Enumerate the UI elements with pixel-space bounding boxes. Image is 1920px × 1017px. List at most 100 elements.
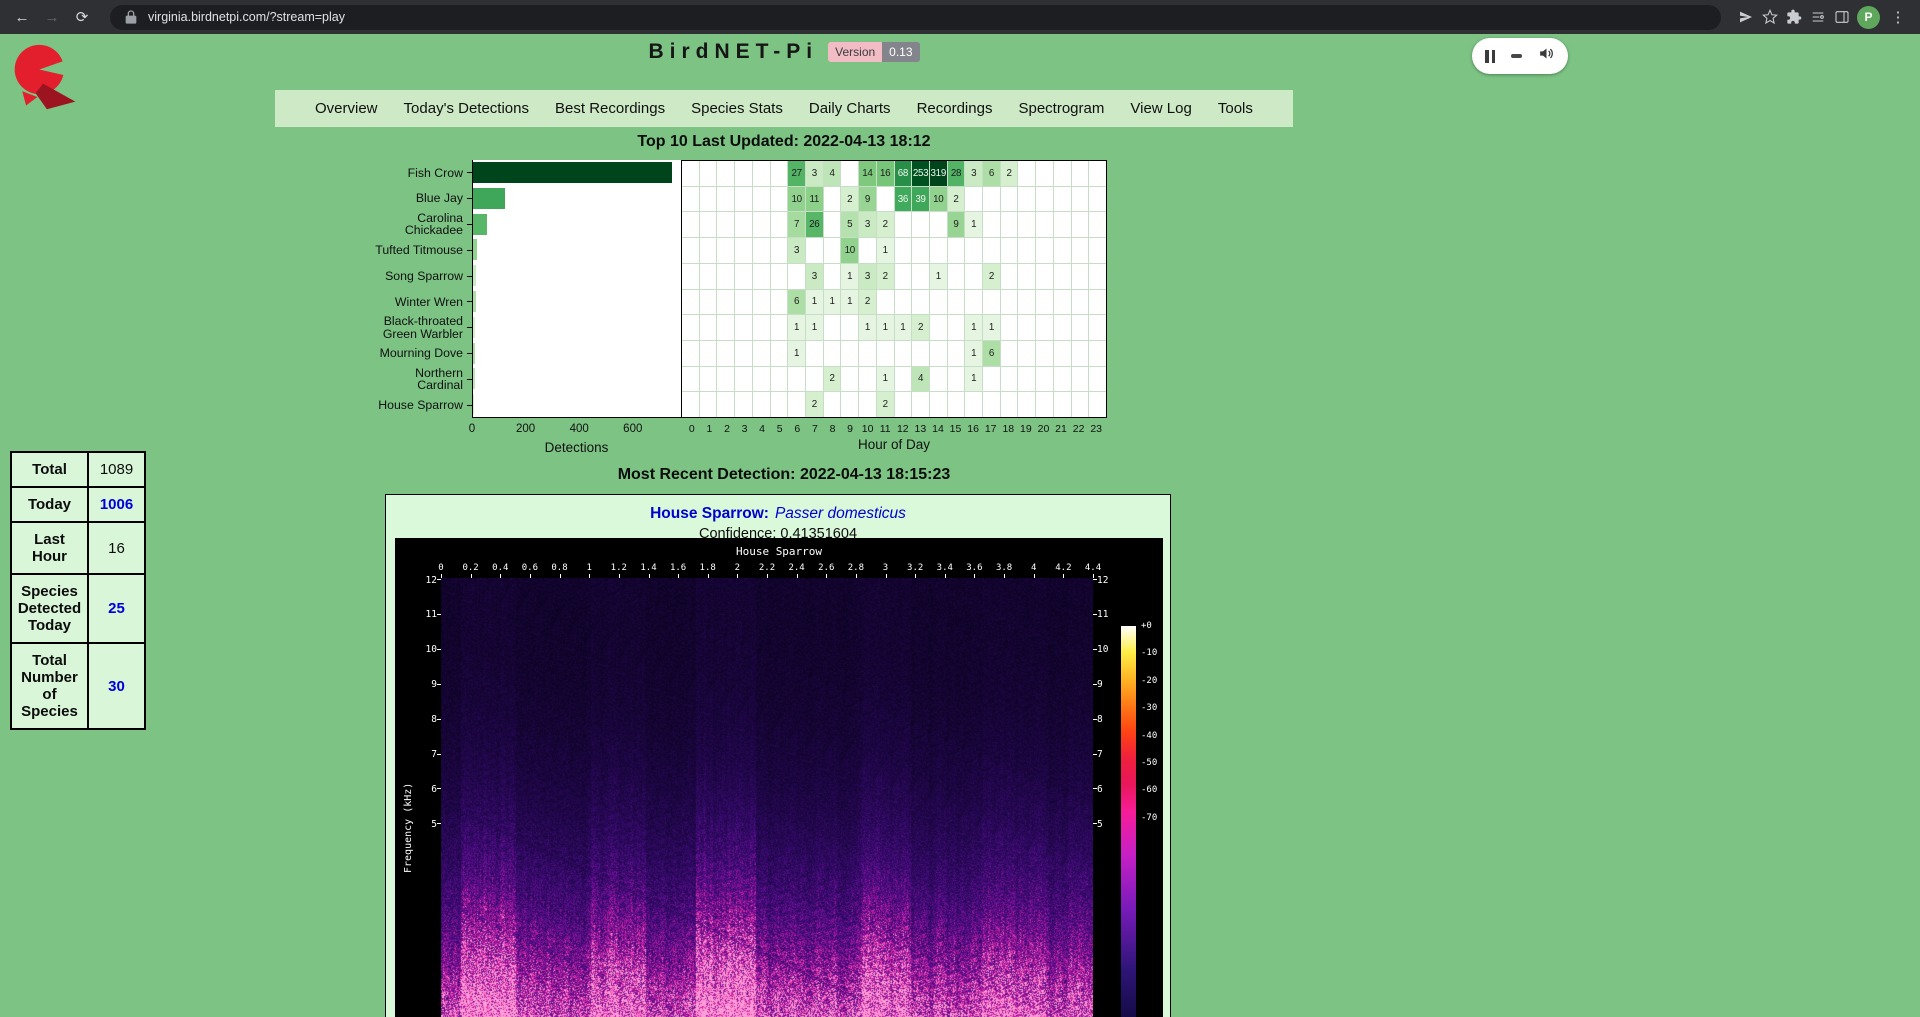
tick-mark bbox=[437, 719, 441, 720]
extensions-icon[interactable] bbox=[1785, 8, 1803, 26]
nav-item-view-log[interactable]: View Log bbox=[1130, 100, 1191, 117]
forward-button[interactable]: → bbox=[40, 5, 64, 29]
stats-value-today[interactable]: 1006 bbox=[88, 487, 145, 522]
hour-axis-tick: 13 bbox=[915, 423, 927, 435]
heat-cell: 7 bbox=[788, 212, 805, 237]
hour-axis-tick: 19 bbox=[1020, 423, 1032, 435]
version-value: 0.13 bbox=[882, 42, 919, 62]
heat-cell bbox=[717, 315, 734, 340]
heat-cell bbox=[841, 341, 858, 366]
heat-cell: 9 bbox=[859, 187, 876, 212]
heat-cell bbox=[1001, 264, 1018, 289]
bar-axis-label: Detections bbox=[472, 440, 681, 455]
tick-mark bbox=[1093, 579, 1097, 580]
spectrogram: House Sparrow Frequency (kHz) 00.20.40.6… bbox=[395, 538, 1163, 1017]
tick-mark bbox=[437, 684, 441, 685]
heat-cell bbox=[1054, 290, 1071, 315]
bar-northern-cardinal bbox=[473, 368, 475, 389]
tick-mark bbox=[708, 574, 709, 578]
pinned-extension-icon[interactable] bbox=[1809, 8, 1827, 26]
heat-cell bbox=[930, 367, 947, 392]
heat-cell: 2 bbox=[1001, 161, 1018, 186]
heat-cell bbox=[753, 212, 770, 237]
hour-axis-tick: 9 bbox=[847, 423, 853, 435]
heat-axis-label: Hour of Day bbox=[681, 437, 1107, 452]
send-icon[interactable] bbox=[1737, 8, 1755, 26]
heat-cell bbox=[1089, 392, 1106, 417]
stats-value-total-number-of-species[interactable]: 30 bbox=[88, 643, 145, 729]
species-label-winter-wren: Winter Wren bbox=[352, 289, 472, 315]
nav-item-recordings[interactable]: Recordings bbox=[917, 100, 993, 117]
heat-cell: 1 bbox=[841, 264, 858, 289]
back-button[interactable]: ← bbox=[10, 5, 34, 29]
heat-cell bbox=[700, 341, 717, 366]
heat-cell: 2 bbox=[824, 367, 841, 392]
spectrogram-time-tick: 3.4 bbox=[937, 563, 953, 573]
heat-cell bbox=[859, 392, 876, 417]
spectrogram-freq-tick-right: 11 bbox=[1097, 609, 1117, 620]
top10-heading: Top 10 Last Updated: 2022-04-13 18:12 bbox=[0, 133, 1568, 151]
stats-value-species-detected-today[interactable]: 25 bbox=[88, 574, 145, 643]
reload-button[interactable]: ⟳ bbox=[70, 5, 94, 29]
nav-item-today-s-detections[interactable]: Today's Detections bbox=[404, 100, 529, 117]
hour-axis-tick: 15 bbox=[950, 423, 962, 435]
heat-cell bbox=[1072, 161, 1089, 186]
address-bar[interactable]: virginia.birdnetpi.com/?stream=play bbox=[110, 5, 1721, 30]
heat-cell bbox=[1036, 290, 1053, 315]
side-panel-icon[interactable] bbox=[1833, 8, 1851, 26]
hour-axis-tick: 18 bbox=[1002, 423, 1014, 435]
spectrogram-freq-tick-left: 12 bbox=[417, 575, 437, 586]
heat-cell bbox=[682, 315, 699, 340]
hour-axis-tick: 3 bbox=[742, 423, 748, 435]
heat-cell bbox=[824, 212, 841, 237]
tick-mark bbox=[1093, 788, 1097, 789]
star-icon[interactable] bbox=[1761, 8, 1779, 26]
heat-cell: 10 bbox=[841, 238, 858, 263]
species-common-link[interactable]: House Sparrow: bbox=[650, 505, 769, 522]
heat-cell bbox=[824, 341, 841, 366]
heat-cell bbox=[682, 341, 699, 366]
tick-mark bbox=[1093, 574, 1094, 578]
tick-mark bbox=[619, 574, 620, 578]
spectrogram-time-tick: 2.8 bbox=[848, 563, 864, 573]
heat-cell: 26 bbox=[806, 212, 823, 237]
heat-cell bbox=[1072, 392, 1089, 417]
nav-item-overview[interactable]: Overview bbox=[315, 100, 378, 117]
nav-item-species-stats[interactable]: Species Stats bbox=[691, 100, 783, 117]
heat-cell bbox=[1054, 341, 1071, 366]
heat-cell: 39 bbox=[912, 187, 929, 212]
spectrogram-time-tick: 3.2 bbox=[907, 563, 923, 573]
heat-cell: 1 bbox=[877, 315, 894, 340]
heat-cell: 4 bbox=[912, 367, 929, 392]
heat-cell bbox=[1054, 238, 1071, 263]
kebab-menu-icon[interactable]: ⋮ bbox=[1886, 5, 1910, 29]
heat-cell bbox=[682, 392, 699, 417]
heat-cell bbox=[1072, 341, 1089, 366]
nav-item-spectrogram[interactable]: Spectrogram bbox=[1018, 100, 1104, 117]
spectrogram-time-tick: 1.2 bbox=[611, 563, 627, 573]
tick-mark bbox=[1093, 754, 1097, 755]
heat-cell bbox=[983, 238, 1000, 263]
heat-cell bbox=[735, 238, 752, 263]
nav-item-daily-charts[interactable]: Daily Charts bbox=[809, 100, 891, 117]
species-label-carolina-chickadee: Carolina Chickadee bbox=[352, 212, 472, 238]
colorbar-tick: -60 bbox=[1141, 785, 1157, 795]
heat-cell bbox=[1072, 290, 1089, 315]
heat-cell bbox=[1089, 315, 1106, 340]
nav-item-tools[interactable]: Tools bbox=[1218, 100, 1253, 117]
pause-button[interactable] bbox=[1485, 50, 1495, 63]
heat-cell bbox=[965, 264, 982, 289]
heat-cell bbox=[771, 187, 788, 212]
heat-cell bbox=[930, 315, 947, 340]
nav-item-best-recordings[interactable]: Best Recordings bbox=[555, 100, 665, 117]
spectrogram-freq-tick-left: 8 bbox=[417, 714, 437, 725]
seek-handle[interactable] bbox=[1511, 54, 1522, 58]
lock-icon bbox=[122, 8, 140, 26]
volume-icon[interactable] bbox=[1538, 45, 1555, 67]
heat-cell bbox=[948, 290, 965, 315]
profile-avatar[interactable]: P bbox=[1857, 6, 1880, 29]
heat-cell bbox=[700, 264, 717, 289]
heat-cell: 4 bbox=[824, 161, 841, 186]
heat-cell: 3 bbox=[806, 161, 823, 186]
heat-cell: 68 bbox=[895, 161, 912, 186]
